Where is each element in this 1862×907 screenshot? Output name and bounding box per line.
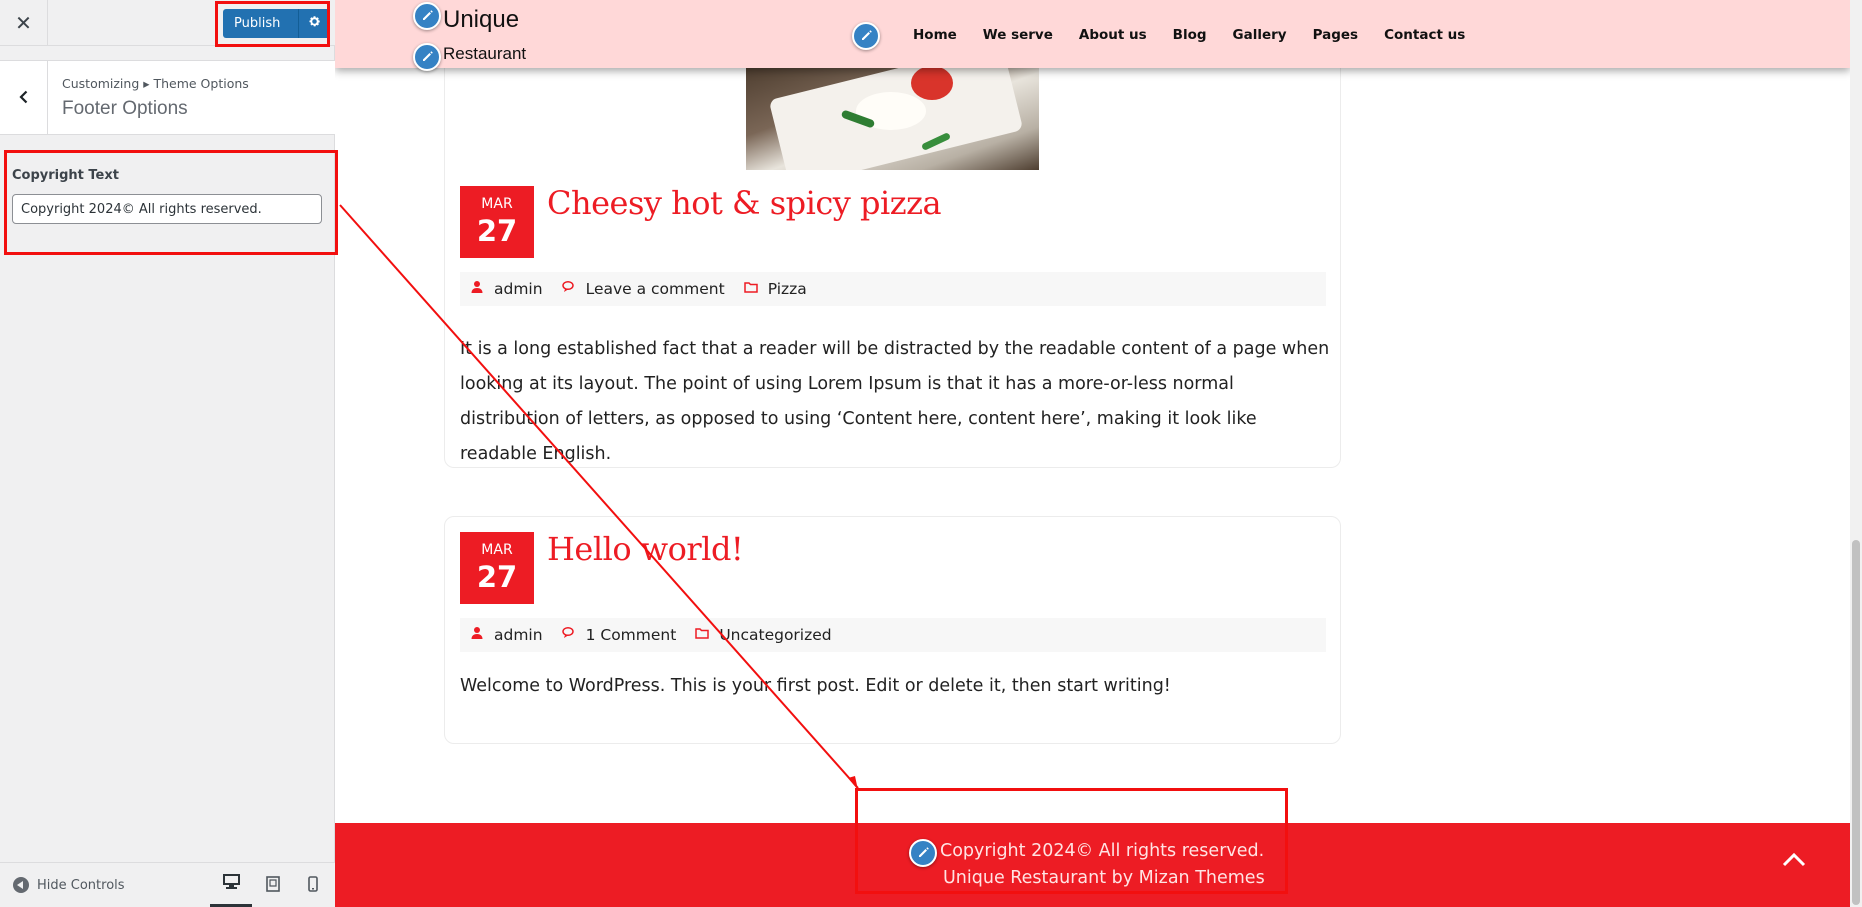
edit-menu-shortcut[interactable] xyxy=(852,22,880,50)
collapse-arrow-icon xyxy=(13,877,29,893)
post-author[interactable]: admin xyxy=(494,280,543,298)
post-date-badge: MAR 27 xyxy=(460,186,534,258)
post-meta: admin 1 Comment Uncategorized xyxy=(460,618,1326,652)
post-category[interactable]: Uncategorized xyxy=(719,626,831,644)
publish-button[interactable]: Publish xyxy=(223,9,299,38)
pencil-icon xyxy=(421,48,434,67)
post-thumbnail[interactable] xyxy=(746,60,1039,170)
hide-controls-button[interactable]: Hide Controls xyxy=(13,877,125,893)
preview-mobile-button[interactable] xyxy=(292,863,334,907)
publish-group: Publish xyxy=(223,9,331,38)
nav-item-pages[interactable]: Pages xyxy=(1313,27,1359,43)
post-month: MAR xyxy=(481,196,513,212)
nav-item-home[interactable]: Home xyxy=(913,27,957,43)
nav-item-about-us[interactable]: About us xyxy=(1079,27,1147,43)
post-category[interactable]: Pizza xyxy=(768,280,807,298)
user-icon xyxy=(464,280,494,298)
copyright-text-label: Copyright Text xyxy=(12,168,119,183)
pencil-icon xyxy=(421,7,434,26)
scrollbar-thumb[interactable] xyxy=(1852,540,1860,905)
post-comments-link[interactable]: Leave a comment xyxy=(586,280,725,298)
tablet-icon xyxy=(266,875,280,896)
customizer-sidebar: ✕ Publish Customizing ▸ Theme Options Fo… xyxy=(0,0,335,907)
chevron-up-icon xyxy=(1782,851,1806,871)
preview-desktop-button[interactable] xyxy=(210,863,252,907)
post-day: 27 xyxy=(476,214,518,248)
pencil-icon xyxy=(917,844,930,863)
site-footer: Copyright 2024© All rights reserved. Uni… xyxy=(335,823,1850,907)
folder-icon xyxy=(689,626,719,644)
nav-item-contact-us[interactable]: Contact us xyxy=(1384,27,1465,43)
preview-tablet-button[interactable] xyxy=(252,863,294,907)
post-comments-link[interactable]: 1 Comment xyxy=(586,626,677,644)
desktop-icon xyxy=(222,874,240,893)
nav-item-we-serve[interactable]: We serve xyxy=(983,27,1053,43)
post-meta: admin Leave a comment Pizza xyxy=(460,272,1326,306)
gear-icon xyxy=(308,15,321,32)
folder-icon xyxy=(738,280,768,298)
section-title: Footer Options xyxy=(62,98,188,119)
copyright-text-input[interactable] xyxy=(12,194,322,224)
footer-credit[interactable]: Unique Restaurant by Mizan Themes xyxy=(943,868,1265,888)
mobile-icon xyxy=(308,875,318,896)
edit-copyright-shortcut[interactable] xyxy=(909,839,937,867)
site-tagline: Restaurant xyxy=(443,44,527,63)
chevron-left-icon xyxy=(17,89,31,108)
breadcrumb: Customizing ▸ Theme Options xyxy=(62,76,249,91)
post-date-badge: MAR 27 xyxy=(460,532,534,604)
customizer-header: ✕ Publish xyxy=(0,0,335,46)
pencil-icon xyxy=(860,27,873,46)
site-preview: Unique Restaurant Home We serve About us… xyxy=(335,0,1850,907)
comments-icon xyxy=(556,626,586,644)
site-header: Unique Restaurant Home We serve About us… xyxy=(335,0,1850,71)
main-navigation: Home We serve About us Blog Gallery Page… xyxy=(913,27,1491,43)
post-card: MAR 27 Hello world! admin 1 Comment Unca… xyxy=(444,516,1341,744)
edit-site-title-shortcut[interactable] xyxy=(413,2,441,30)
nav-item-gallery[interactable]: Gallery xyxy=(1233,27,1287,43)
edit-tagline-shortcut[interactable] xyxy=(413,43,441,71)
nav-item-blog[interactable]: Blog xyxy=(1173,27,1207,43)
post-excerpt: It is a long established fact that a rea… xyxy=(460,339,1330,464)
user-icon xyxy=(464,626,494,644)
close-customizer-button[interactable]: ✕ xyxy=(0,0,48,46)
post-excerpt: Welcome to WordPress. This is your first… xyxy=(460,676,1171,696)
customizer-footer: Hide Controls xyxy=(0,862,335,907)
back-button[interactable] xyxy=(0,61,48,135)
section-header: Customizing ▸ Theme Options Footer Optio… xyxy=(0,60,335,135)
post-title[interactable]: Cheesy hot & spicy pizza xyxy=(547,184,942,222)
publish-settings-button[interactable] xyxy=(298,9,331,38)
hide-controls-label: Hide Controls xyxy=(37,877,125,893)
scroll-to-top-button[interactable] xyxy=(1769,841,1819,881)
post-month: MAR xyxy=(481,542,513,558)
post-title[interactable]: Hello world! xyxy=(547,530,744,568)
comments-icon xyxy=(556,280,586,298)
post-author[interactable]: admin xyxy=(494,626,543,644)
site-title[interactable]: Unique xyxy=(443,6,519,34)
footer-copyright: Copyright 2024© All rights reserved. xyxy=(940,841,1265,861)
preview-scrollbar[interactable] xyxy=(1850,0,1862,907)
post-day: 27 xyxy=(476,560,518,594)
